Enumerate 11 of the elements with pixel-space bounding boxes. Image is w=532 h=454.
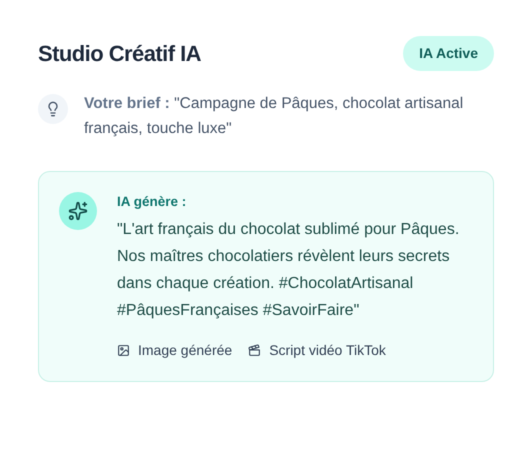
output-label: Image générée [138,341,232,360]
brief-text: Votre brief : "Campagne de Pâques, chocolat artisanal français, touche luxe" [83,94,464,139]
panel-title: Studio Créatif IA [38,40,201,68]
image-icon [117,344,130,358]
clapperboard-icon [248,344,262,358]
status-badge: IA Active [403,36,494,71]
generated-text: "L'art français du chocolat sublimé pour Pâques. Nos maîtres chocolatiers révèlent leurs secrets dans chaque création. #ChocolatArtisanal #PâquesFrançaises #SavoirFaire" [117,220,460,322]
lightbulb-icon [38,94,68,124]
output-label: Script vidéo TikTok [269,341,386,360]
sparkles-icon [59,192,97,230]
result-label: IA génère : [117,193,188,211]
